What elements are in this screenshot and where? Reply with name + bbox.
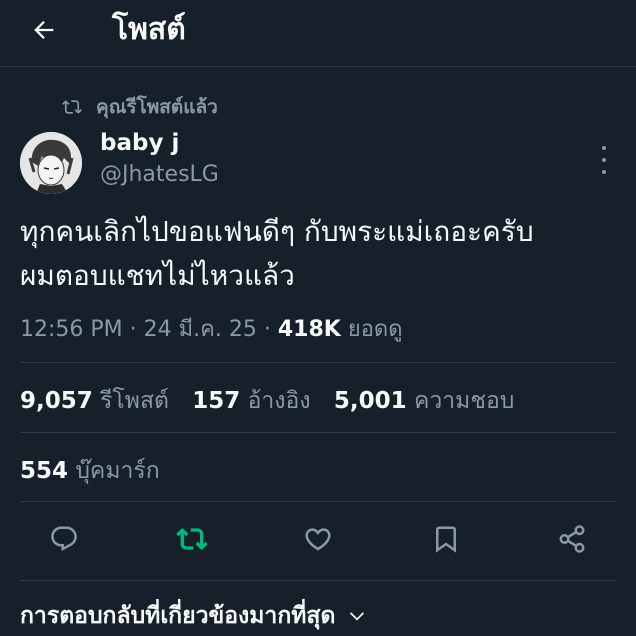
bookmarks-count: 554 [20,458,69,484]
bookmarks-label: บุ๊คมาร์ก [75,458,160,484]
views-label: ยอดดู [347,317,403,342]
quotes-label[interactable]: อ้างอิง [248,388,311,414]
divider [20,501,616,502]
replies-sort-label: การตอบกลับที่เกี่ยวข้องมากที่สุด [20,603,336,629]
views-count: 418K [277,317,341,342]
likes-count[interactable]: 5,001 [334,388,407,414]
tweet-text: ทุกคนเลิกไปขอแฟนดีๆ กับพระแม่เถอะครับ ผม… [20,210,620,298]
more-dot-icon [602,170,606,174]
meta-separator: · [263,317,278,342]
repost-indicator[interactable]: คุณรีโพสต์แล้ว [62,92,218,122]
more-dot-icon [602,146,606,150]
divider [20,432,616,433]
reposts-label[interactable]: รีโพสต์ [100,388,169,414]
repost-icon [62,100,82,114]
author-display-name[interactable]: baby j [100,130,179,156]
tweet-date[interactable]: 24 มี.ค. 25 [144,317,257,342]
share-button[interactable] [554,521,590,557]
repost-button[interactable] [174,521,210,557]
tweet-text-line: ทุกคนเลิกไปขอแฟนดีๆ กับพระแม่เถอะครับ [20,215,534,248]
reposts-count[interactable]: 9,057 [20,388,93,414]
tweet-meta: 12:56 PM · 24 มี.ค. 25 · 418K ยอดดู [20,311,403,346]
repost-indicator-text: คุณรีโพสต์แล้ว [96,96,218,118]
chevron-down-icon [350,612,365,621]
tweet-text-line: ผมตอบแชทไม่ไหวแล้ว [20,259,295,292]
engagement-stats: 9,057 รีโพสต์ 157 อ้างอิง 5,001 ความชอบ [20,383,530,419]
more-options-button[interactable] [592,146,616,174]
divider [20,362,616,363]
page-header: โพสต์ [0,0,636,67]
replies-sort-dropdown[interactable]: การตอบกลับที่เกี่ยวข้องมากที่สุด [20,598,367,634]
reply-button[interactable] [46,521,82,557]
page-title: โพสต์ [112,12,186,47]
reply-icon [51,526,77,552]
arrow-left-icon [34,21,54,39]
likes-label[interactable]: ความชอบ [414,388,514,414]
tweet-time[interactable]: 12:56 PM [20,317,123,342]
meta-separator: · [129,317,144,342]
heart-icon [305,528,331,551]
bookmark-icon [436,526,456,553]
quotes-count[interactable]: 157 [192,388,240,414]
bookmarks-stat[interactable]: 554 บุ๊คมาร์ก [20,453,160,489]
bookmark-button[interactable] [428,521,464,557]
avatar[interactable] [20,132,82,194]
share-icon [559,525,585,553]
repost-icon [176,528,208,550]
avatar-drawing [20,132,82,194]
like-button[interactable] [300,521,336,557]
back-button[interactable] [26,12,62,48]
more-dot-icon [602,158,606,162]
divider [20,580,616,581]
author-handle[interactable]: @JhatesLG [100,162,219,187]
